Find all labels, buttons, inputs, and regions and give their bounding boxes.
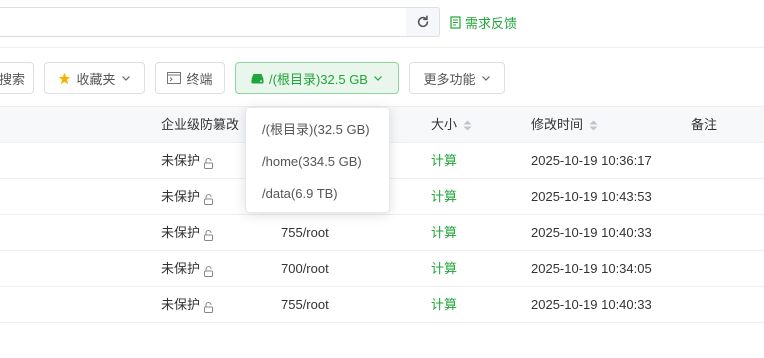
mtime-cell: 2025-10-19 10:36:17 [531,153,652,168]
permission-cell[interactable]: 700/root [281,251,329,286]
column-protect: 企业级防篡改 [161,117,240,132]
mtime-cell: 2025-10-19 10:34:05 [531,261,652,276]
lock-icon [204,158,214,169]
table-row[interactable]: 未保护 700/root 计算 2025-10-19 10:34:05 [0,251,764,287]
refresh-icon [417,15,428,28]
lock-icon [204,194,214,205]
toolbar: 搜索 收藏夹 终端 /(根目录)32.5 GB 更多功能 [0,62,764,94]
chevron-down-icon [121,76,130,81]
permission-cell[interactable]: 755/root [281,287,329,322]
protect-cell[interactable]: 未保护 [161,251,214,286]
mtime-cell: 2025-10-19 10:40:33 [531,225,652,240]
disk-select-button[interactable]: /(根目录)32.5 GB [235,62,399,94]
path-input[interactable] [0,7,408,37]
column-size[interactable]: 大小 [431,107,472,143]
column-note: 备注 [691,117,718,132]
mtime-cell: 2025-10-19 10:43:53 [531,189,652,204]
disk-option-root[interactable]: /(根目录)(32.5 GB) [246,114,389,146]
refresh-button[interactable] [406,7,440,37]
calculate-size-link[interactable]: 计算 [431,251,457,286]
chevron-down-icon [481,76,490,81]
disk-dropdown-menu: /(根目录)(32.5 GB) /home(334.5 GB) /data(6.… [245,107,390,213]
column-mtime[interactable]: 修改时间 [531,107,598,143]
sort-icon[interactable] [589,120,598,131]
lock-icon [204,230,214,241]
favorites-label: 收藏夹 [76,71,116,87]
protect-cell[interactable]: 未保护 [161,143,214,178]
disk-option-data[interactable]: /data(6.9 TB) [246,178,389,210]
terminal-label: 终端 [186,71,213,87]
terminal-button[interactable]: 终端 [155,62,225,94]
chevron-down-icon [374,76,382,81]
disk-icon [251,73,264,83]
protect-cell[interactable]: 未保护 [161,179,214,214]
more-label: 更多功能 [423,71,476,87]
protect-cell[interactable]: 未保护 [161,215,214,250]
permission-cell[interactable]: 755/root [281,215,329,250]
disk-option-home[interactable]: /home(334.5 GB) [246,146,389,178]
mtime-cell: 2025-10-19 10:40:33 [531,297,652,312]
lock-icon [204,266,214,277]
calculate-size-link[interactable]: 计算 [431,287,457,322]
star-icon [59,72,71,84]
protect-cell[interactable]: 未保护 [161,287,214,322]
feedback-icon [450,15,461,29]
more-functions-button[interactable]: 更多功能 [409,62,505,94]
table-row[interactable]: 未保护 755/root 计算 2025-10-19 10:40:33 [0,215,764,251]
disk-label: /(根目录)32.5 GB [269,71,368,87]
top-bar: 需求反馈 [0,0,764,48]
calculate-size-link[interactable]: 计算 [431,215,457,250]
calculate-size-link[interactable]: 计算 [431,179,457,214]
feedback-link[interactable]: 需求反馈 [450,12,517,32]
sort-icon[interactable] [463,120,472,131]
search-button[interactable]: 搜索 [0,62,34,94]
favorites-button[interactable]: 收藏夹 [44,62,145,94]
table-row[interactable]: 未保护 755/root 计算 2025-10-19 10:40:33 [0,287,764,323]
lock-icon [204,302,214,313]
feedback-label: 需求反馈 [465,15,518,31]
terminal-icon [167,72,182,84]
calculate-size-link[interactable]: 计算 [431,143,457,178]
search-label: 搜索 [0,71,25,87]
